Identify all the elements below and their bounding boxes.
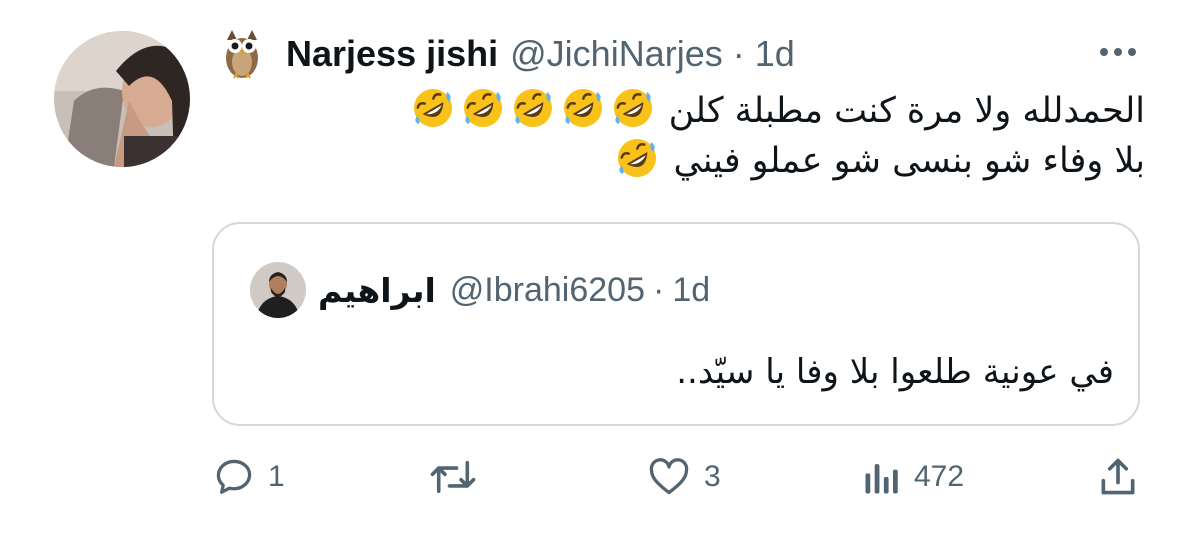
more-options-button[interactable]	[1096, 40, 1140, 64]
like-button[interactable]: 3	[646, 452, 721, 502]
rofl-emoji-icon	[460, 86, 505, 130]
retweet-icon	[430, 460, 476, 494]
separator-dot: ·	[732, 33, 745, 74]
views-chart-icon	[865, 464, 898, 494]
author-avatar[interactable]	[54, 31, 190, 167]
quoted-tweet-header: ابراهيم @Ibrahi6205 · 1d	[250, 260, 710, 320]
rofl-emoji-icon	[610, 86, 655, 130]
author-display-name[interactable]: Narjess jishi	[286, 33, 498, 75]
owl-emoji-icon	[222, 28, 262, 80]
quoted-tweet-text: في عونية طلعوا بلا وفا يا سيّد..	[676, 352, 1114, 392]
reply-icon	[216, 459, 252, 494]
heart-icon	[649, 458, 689, 495]
tweet-text-line: الحمدلله ولا مرة كنت مطبلة كلن	[230, 86, 1145, 136]
tweet-timestamp[interactable]: 1d	[755, 33, 795, 75]
views-button[interactable]: 472	[862, 452, 964, 502]
reply-count: 1	[268, 460, 285, 493]
more-dots-icon	[1100, 48, 1136, 56]
like-count: 3	[704, 460, 721, 493]
quoted-author-avatar[interactable]	[250, 262, 306, 318]
quoted-author-display-name[interactable]: ابراهيم	[318, 271, 436, 310]
tweet-text-line: بلا وفاء شو بنسى شو عملو فيني	[230, 136, 1145, 186]
tweet-text: الحمدلله ولا مرة كنت مطبلة كلن بلا وفاء …	[230, 86, 1145, 186]
quoted-tweet-card[interactable]: ابراهيم @Ibrahi6205 · 1d في عونية طلعوا …	[212, 222, 1140, 426]
view-count: 472	[914, 460, 965, 493]
quoted-tweet-timestamp[interactable]: 1d	[672, 271, 710, 310]
rofl-emoji-icon	[615, 136, 660, 180]
rofl-emoji-icon	[410, 86, 455, 130]
reply-button[interactable]: 1	[212, 452, 285, 502]
rofl-emoji-icon	[510, 86, 555, 130]
tweet-header: Narjess jishi @JichiNarjes · 1d	[222, 26, 795, 82]
retweet-button[interactable]	[428, 452, 490, 502]
author-handle[interactable]: @JichiNarjes	[510, 33, 723, 75]
rofl-emoji-icon	[560, 86, 605, 130]
tweet-text-segment: بلا وفاء شو بنسى شو عملو فيني	[673, 141, 1145, 181]
share-icon	[1101, 458, 1135, 495]
share-button[interactable]	[1096, 452, 1140, 502]
quoted-author-handle[interactable]: @Ibrahi6205	[450, 271, 645, 310]
quoted-separator-dot: ·	[652, 270, 665, 309]
tweet-text-segment: الحمدلله ولا مرة كنت مطبلة كلن	[668, 91, 1145, 131]
